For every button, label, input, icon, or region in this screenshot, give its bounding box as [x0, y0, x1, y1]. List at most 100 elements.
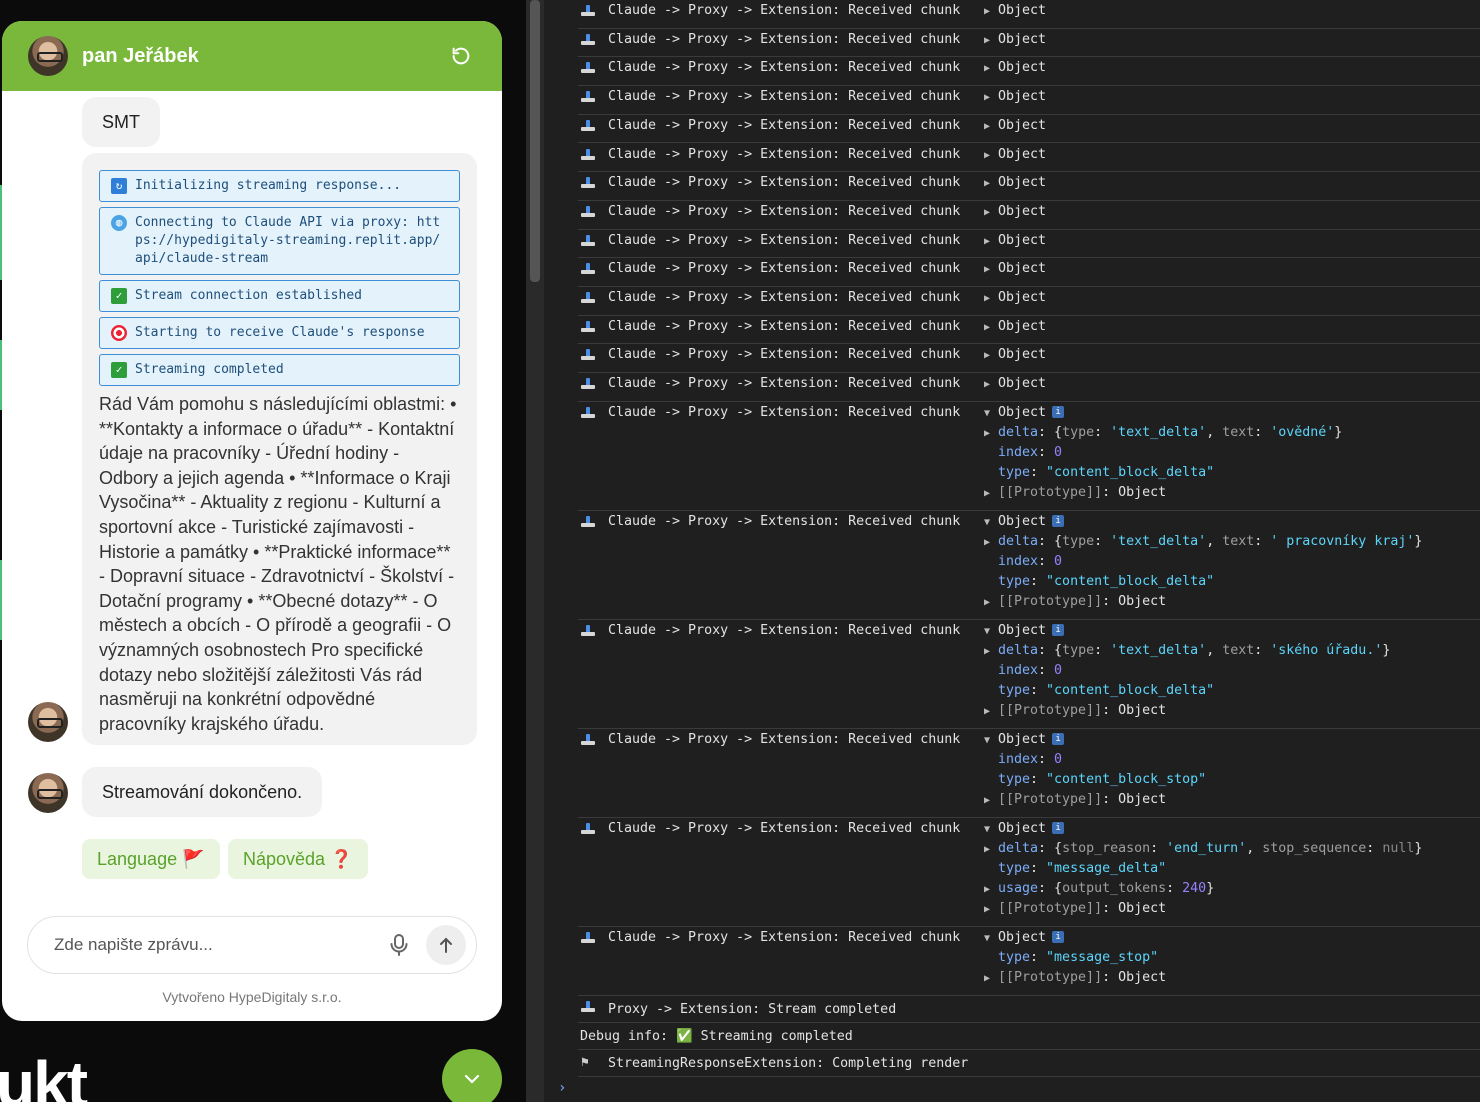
object-toggle[interactable]: ▼ Object i — [984, 928, 1065, 949]
object-property[interactable]: ▶ [[Prototype]]: Object — [984, 592, 1166, 613]
object-toggle[interactable]: ▶ Object — [984, 87, 1046, 108]
object-toggle[interactable]: ▼ Object i — [984, 512, 1065, 533]
object-toggle[interactable]: ▶ Object — [984, 116, 1046, 137]
object-toggle[interactable]: ▶ Object — [984, 202, 1046, 223]
console-log-entry[interactable]: Claude -> Proxy -> Extension: Received c… — [578, 511, 1480, 620]
object-toggle[interactable]: ▼ Object i — [984, 819, 1065, 840]
scroll-down-button[interactable] — [442, 1049, 502, 1102]
object-label: Object — [998, 731, 1047, 747]
bot-name: pan Jeřábek — [82, 44, 199, 67]
log-message: Claude -> Proxy -> Extension: Received c… — [608, 318, 961, 334]
restart-button[interactable] — [446, 41, 476, 71]
console-log-entry[interactable]: ⚑ StreamingResponseExtension: Completing … — [578, 1050, 1480, 1077]
console-log-entry[interactable]: Claude -> Proxy -> Extension: Received c… — [578, 287, 1480, 316]
target-icon: ● — [111, 325, 127, 341]
info-icon[interactable]: i — [1052, 514, 1065, 527]
caret-right-icon: ▶ — [984, 92, 991, 104]
object-label: Object — [998, 117, 1047, 133]
object-toggle[interactable]: ▶ Object — [984, 288, 1046, 309]
message-composer — [27, 916, 477, 974]
object-toggle[interactable]: ▶ Object — [984, 345, 1046, 366]
quick-reply-language[interactable]: Language 🚩 — [82, 839, 220, 879]
log-message: Claude -> Proxy -> Extension: Received c… — [608, 622, 961, 638]
object-label: Object — [998, 820, 1047, 836]
console-log-entry[interactable]: Claude -> Proxy -> Extension: Received c… — [578, 620, 1480, 729]
console-log-entry[interactable]: Claude -> Proxy -> Extension: Received c… — [578, 230, 1480, 259]
info-icon[interactable]: i — [1052, 623, 1065, 636]
object-toggle[interactable]: ▶ Object — [984, 259, 1046, 280]
object-toggle[interactable]: ▼ Object i — [984, 403, 1065, 424]
console-log-entry[interactable]: Proxy -> Extension: Stream completed — [578, 996, 1480, 1023]
caret-down-icon: ▼ — [984, 932, 991, 944]
console-log-entry[interactable]: Claude -> Proxy -> Extension: Received c… — [578, 402, 1480, 511]
info-icon[interactable]: i — [1052, 930, 1065, 943]
object-toggle[interactable]: ▶ Object — [984, 30, 1046, 51]
object-toggle[interactable]: ▶ Object — [984, 145, 1046, 166]
console-log-entry[interactable]: Claude -> Proxy -> Extension: Received c… — [578, 57, 1480, 87]
object-toggle[interactable]: ▶ Object — [984, 374, 1046, 395]
info-icon[interactable]: i — [1052, 405, 1065, 418]
console-log-entry[interactable]: Claude -> Proxy -> Extension: Received c… — [578, 927, 1480, 996]
chevron-down-icon — [464, 1074, 480, 1084]
caret-right-icon: ▶ — [984, 350, 991, 362]
object-property[interactable]: ▶ usage: {output_tokens: 240} — [984, 879, 1214, 900]
console-log-entry[interactable]: Claude -> Proxy -> Extension: Received c… — [578, 316, 1480, 345]
caret-right-icon: ▶ — [984, 487, 991, 499]
object-toggle[interactable]: ▼ Object i — [984, 730, 1065, 751]
object-property: type: "message_delta" — [998, 860, 1167, 876]
log-message: Claude -> Proxy -> Extension: Received c… — [608, 731, 961, 747]
microphone-button[interactable] — [384, 930, 414, 960]
send-button[interactable] — [426, 925, 466, 965]
info-icon[interactable]: i — [1052, 732, 1065, 745]
log-message: Claude -> Proxy -> Extension: Received c… — [608, 117, 961, 133]
package-icon — [581, 119, 595, 132]
object-label: Object — [998, 929, 1047, 945]
message-input[interactable] — [54, 935, 384, 955]
object-property[interactable]: ▶ delta: {type: 'text_delta', text: 'skéh… — [984, 641, 1390, 662]
console-log-entry[interactable]: Debug info: ✅ Streaming completed — [578, 1023, 1480, 1050]
object-toggle[interactable]: ▶ Object — [984, 317, 1046, 338]
object-toggle[interactable]: ▶ Object — [984, 231, 1046, 252]
caret-right-icon: ▶ — [984, 63, 991, 75]
package-icon — [581, 177, 595, 189]
object-toggle[interactable]: ▶ Object — [984, 1, 1046, 22]
console-log-entry[interactable]: Claude -> Proxy -> Extension: Received c… — [578, 201, 1480, 230]
object-property[interactable]: ▶ [[Prototype]]: Object — [984, 483, 1166, 504]
caret-right-icon: ▶ — [984, 120, 991, 132]
object-property[interactable]: ▶ [[Prototype]]: Object — [984, 790, 1166, 811]
console-log-entry[interactable]: Claude -> Proxy -> Extension: Received c… — [578, 373, 1480, 402]
console-log-entry[interactable]: Claude -> Proxy -> Extension: Received c… — [578, 818, 1480, 927]
console-prompt[interactable]: › — [558, 1080, 566, 1096]
package-icon — [581, 91, 595, 103]
console-log-entry[interactable]: Claude -> Proxy -> Extension: Received c… — [578, 344, 1480, 374]
chat-widget: pan Jeřábek SMT ↻ Initializing streaming … — [2, 21, 502, 1021]
caret-right-icon: ▶ — [984, 264, 991, 276]
console-log-entry[interactable]: Claude -> Proxy -> Extension: Received c… — [578, 729, 1480, 818]
object-property[interactable]: ▶ delta: {type: 'text_delta', text: ' pra… — [984, 532, 1422, 553]
bot-avatar — [28, 773, 68, 813]
scrollbar-thumb[interactable] — [530, 0, 540, 282]
info-icon[interactable]: i — [1052, 821, 1065, 834]
object-property[interactable]: ▶ delta: {type: 'text_delta', text: 'ověd… — [984, 423, 1342, 444]
object-property[interactable]: ▶ [[Prototype]]: Object — [984, 899, 1166, 920]
object-toggle[interactable]: ▶ Object — [984, 173, 1046, 194]
object-toggle[interactable]: ▼ Object i — [984, 621, 1065, 642]
caret-right-icon: ▶ — [984, 972, 991, 984]
console-log-entry[interactable]: Claude -> Proxy -> Extension: Received c… — [578, 258, 1480, 287]
object-property: type: "content_block_delta" — [998, 682, 1215, 698]
message-list[interactable]: SMT ↻ Initializing streaming response... ◍… — [2, 91, 502, 911]
console-log-entry[interactable]: Claude -> Proxy -> Extension: Received c… — [578, 0, 1480, 29]
quick-reply-help[interactable]: Nápověda ❓ — [228, 839, 368, 879]
console-log-entry[interactable]: Claude -> Proxy -> Extension: Received c… — [578, 115, 1480, 144]
console-log-entry[interactable]: Claude -> Proxy -> Extension: Received c… — [578, 86, 1480, 115]
log-message: Claude -> Proxy -> Extension: Received c… — [608, 376, 961, 392]
console-log-entry[interactable]: Claude -> Proxy -> Extension: Received c… — [578, 144, 1480, 173]
object-toggle[interactable]: ▶ Object — [984, 58, 1046, 79]
object-property[interactable]: ▶ [[Prototype]]: Object — [984, 968, 1166, 989]
checkmark-icon: ✓ — [111, 288, 127, 304]
object-property[interactable]: ▶ delta: {stop_reason: 'end_turn', stop_s… — [984, 839, 1422, 860]
object-property[interactable]: ▶ [[Prototype]]: Object — [984, 701, 1166, 722]
console-log-entry[interactable]: Claude -> Proxy -> Extension: Received c… — [578, 172, 1480, 201]
console-log-entry[interactable]: Claude -> Proxy -> Extension: Received c… — [578, 29, 1480, 58]
status-line-text: Initializing streaming response... — [135, 178, 402, 193]
